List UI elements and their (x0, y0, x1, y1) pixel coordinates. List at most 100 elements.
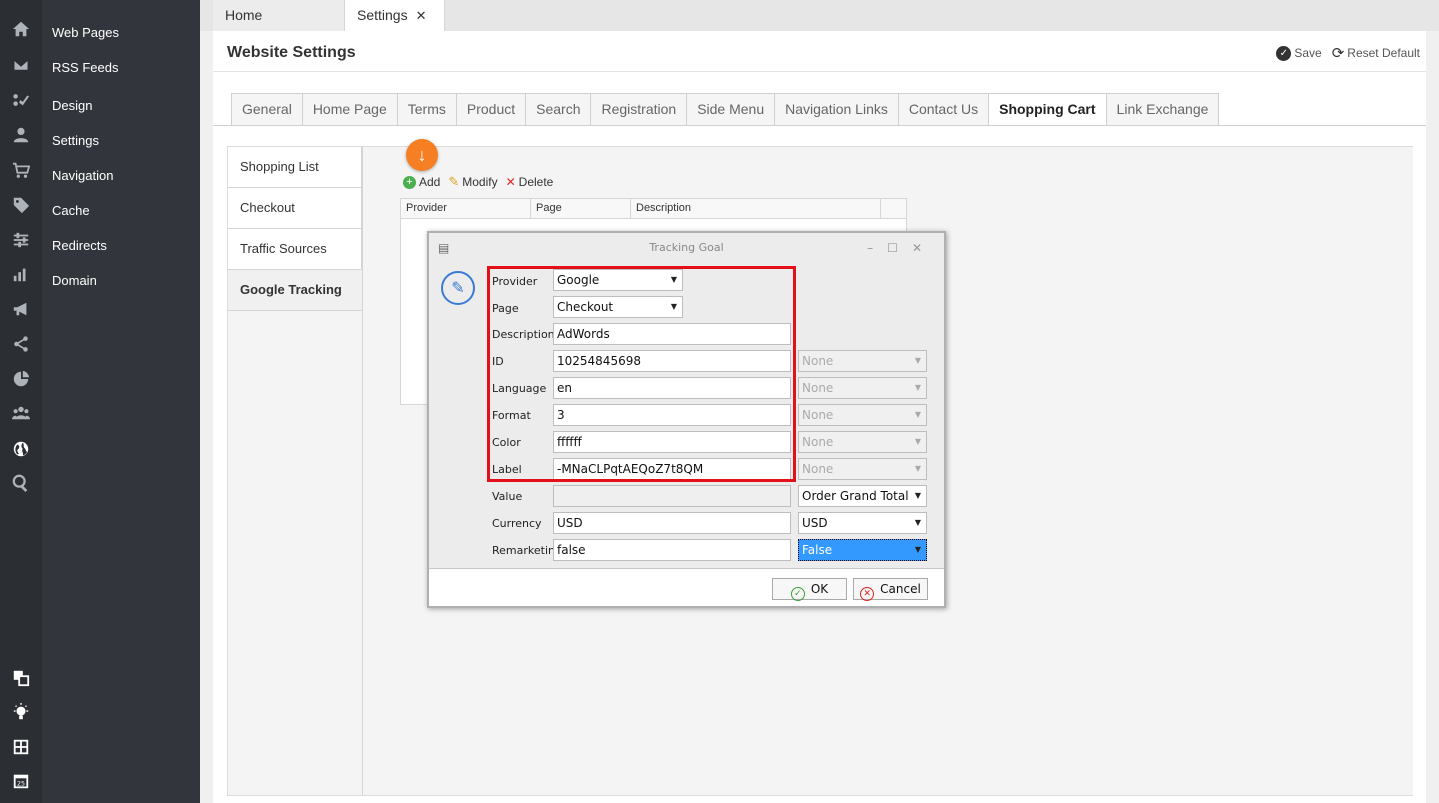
user-icon[interactable] (11, 126, 31, 146)
label-source-select[interactable]: None (798, 458, 927, 480)
remarketing-input[interactable]: false (553, 539, 791, 561)
nav-item-web-pages[interactable]: Web Pages (52, 25, 119, 40)
side-navigation: Web Pages RSS Feeds Design Settings Navi… (42, 0, 200, 803)
window-controls: –☐✕ (867, 233, 936, 263)
nav-item-redirects[interactable]: Redirects (52, 238, 107, 253)
delete-button[interactable]: ✕ Delete (506, 174, 554, 190)
mail-icon[interactable] (11, 56, 31, 76)
design-icon[interactable] (11, 91, 31, 111)
close-icon[interactable]: ✕ (912, 241, 936, 255)
currency-label: Currency (492, 517, 542, 530)
pencil-icon: ✎ (448, 174, 460, 189)
tab-shopping-cart[interactable]: Shopping Cart (988, 93, 1106, 126)
nav-item-rss-feeds[interactable]: RSS Feeds (52, 60, 118, 75)
share-icon[interactable] (11, 335, 31, 355)
check-circle-icon: ✓ (1276, 45, 1292, 61)
tabs-divider (213, 125, 1426, 126)
ok-label: OK (810, 582, 829, 596)
cancel-x-icon: ✕ (860, 587, 875, 601)
nav-item-design[interactable]: Design (52, 98, 92, 113)
value-input[interactable] (553, 485, 791, 507)
nav-item-domain[interactable]: Domain (52, 273, 97, 288)
tab-terms[interactable]: Terms (396, 93, 456, 126)
calendar-day: 25 (17, 781, 25, 788)
column-header-page[interactable]: Page (531, 199, 631, 218)
side-item-shopping-list[interactable]: Shopping List (228, 147, 362, 188)
nav-item-settings[interactable]: Settings (52, 133, 99, 148)
tab-product[interactable]: Product (455, 93, 526, 126)
header-actions: ✓ Save ⟳ Reset Default (1276, 44, 1420, 62)
modify-label: Modify (462, 175, 498, 189)
pie-chart-icon[interactable] (11, 370, 31, 390)
edit-pencil-icon: ✎ (441, 271, 475, 305)
close-icon[interactable]: ✕ (416, 8, 427, 23)
value-label: Value (492, 490, 523, 503)
home-icon[interactable] (11, 20, 31, 40)
megaphone-icon[interactable] (11, 300, 31, 320)
language-source-select[interactable]: None (798, 377, 927, 399)
reset-default-button[interactable]: ⟳ Reset Default (1332, 44, 1420, 62)
dialog-titlebar: ▤ Tracking Goal –☐✕ (429, 233, 944, 263)
value-source-select[interactable]: Order Grand Total (798, 485, 927, 507)
add-label: Add (419, 175, 441, 189)
delete-x-icon: ✕ (505, 175, 516, 189)
id-source-select[interactable]: None (798, 350, 927, 372)
tab-navigation-links[interactable]: Navigation Links (774, 93, 898, 126)
app-logo-icon: ▤ (438, 241, 450, 255)
side-menu: Shopping List Checkout Traffic Sources G… (228, 147, 362, 311)
search-chart-icon[interactable] (11, 474, 31, 494)
check-circle-icon: ✓ (790, 587, 805, 601)
maximize-icon[interactable]: ☐ (887, 241, 912, 255)
add-button[interactable]: + Add (403, 174, 440, 190)
side-item-google-tracking[interactable]: Google Tracking (228, 270, 362, 311)
column-header-provider[interactable]: Provider (401, 199, 531, 218)
save-button[interactable]: ✓ Save (1276, 44, 1322, 62)
dialog-title: Tracking Goal (649, 241, 724, 254)
tab-settings[interactable]: Settings ✕ (345, 0, 445, 31)
globe-icon[interactable] (11, 440, 31, 460)
cart-icon[interactable] (11, 161, 31, 181)
tab-contact-us[interactable]: Contact Us (897, 93, 989, 126)
calendar-icon[interactable]: 25 (11, 772, 31, 792)
users-icon[interactable] (11, 404, 31, 424)
tab-side-menu[interactable]: Side Menu (686, 93, 775, 126)
cancel-button[interactable]: ✕ Cancel (853, 578, 928, 601)
tab-registration[interactable]: Registration (590, 93, 687, 126)
lightbulb-icon[interactable] (11, 703, 31, 723)
arrow-down-icon: ↓ (406, 139, 438, 171)
tab-general[interactable]: General (231, 93, 302, 126)
modify-button[interactable]: ✎ Modify (448, 174, 497, 190)
sliders-icon[interactable] (11, 231, 31, 251)
document-tab-bar: Home Dashboard Settings ✕ (200, 0, 1439, 54)
remarketing-source-select[interactable]: False (798, 539, 927, 561)
cancel-label: Cancel (880, 582, 921, 596)
remarketing-label: Remarketing (492, 544, 562, 557)
reset-label: Reset Default (1347, 46, 1420, 60)
currency-source-select[interactable]: USD (798, 512, 927, 534)
tracking-goal-dialog: ▤ Tracking Goal –☐✕ ✎ Provider Google Pa… (427, 231, 946, 608)
tab-home-dashboard[interactable]: Home Dashboard (213, 0, 345, 54)
side-item-traffic-sources[interactable]: Traffic Sources (228, 229, 362, 270)
highlight-box (487, 266, 796, 482)
nav-item-cache[interactable]: Cache (52, 203, 90, 218)
layout-icon[interactable] (11, 669, 31, 689)
tab-search[interactable]: Search (525, 93, 591, 126)
minimize-icon[interactable]: – (867, 241, 887, 255)
tab-link-exchange[interactable]: Link Exchange (1105, 93, 1220, 126)
dialog-footer: ✓ OK ✕ Cancel (429, 568, 944, 606)
tab-label: Settings (357, 7, 408, 23)
ok-button[interactable]: ✓ OK (772, 578, 847, 601)
currency-input[interactable]: USD (553, 512, 791, 534)
color-source-select[interactable]: None (798, 431, 927, 453)
bar-chart-icon[interactable] (11, 265, 31, 285)
calculator-icon[interactable] (11, 738, 31, 758)
nav-item-navigation[interactable]: Navigation (52, 168, 113, 183)
side-item-checkout[interactable]: Checkout (228, 188, 362, 229)
tab-home-page[interactable]: Home Page (301, 93, 397, 126)
format-source-select[interactable]: None (798, 404, 927, 426)
tag-icon[interactable] (11, 196, 31, 216)
icon-rail: 25 (0, 0, 42, 803)
delete-label: Delete (518, 175, 554, 189)
save-label: Save (1294, 46, 1322, 60)
column-header-description[interactable]: Description (631, 199, 881, 218)
